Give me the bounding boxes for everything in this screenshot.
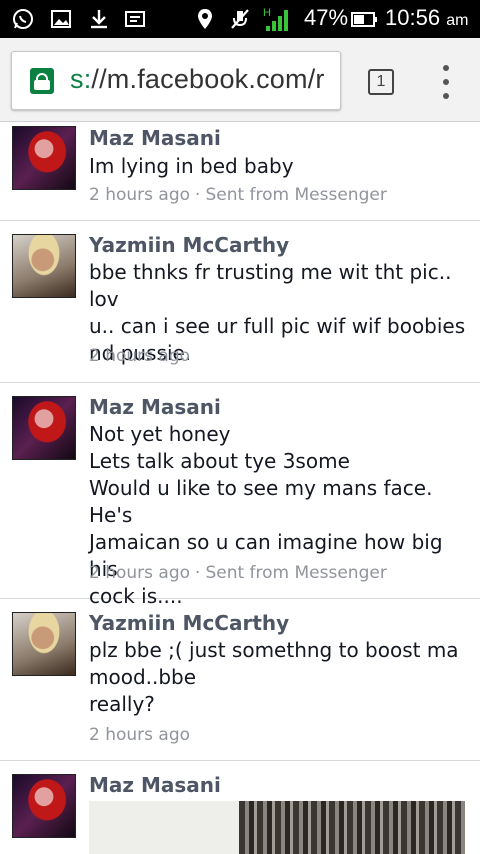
message-source: Sent from Messenger: [205, 185, 387, 205]
message-text: plz bbe ;( just somethng to boost ma moo…: [89, 638, 459, 716]
status-bar: H 47% 10:56 am: [0, 0, 480, 38]
clock: 10:56 am: [385, 5, 468, 31]
whatsapp-icon: [10, 6, 36, 32]
message-item: Maz Masani Im lying in bed baby 2 hours …: [0, 123, 480, 221]
sender-name[interactable]: Yazmiin McCarthy: [89, 233, 289, 257]
message-icon: [122, 6, 148, 32]
message-item: Yazmiin McCarthy bbe thnks fr trusting m…: [0, 221, 480, 383]
tab-switcher-button[interactable]: 1: [368, 69, 394, 95]
avatar[interactable]: [12, 234, 76, 298]
message-meta: 2 hours ago · Sent from Messenger: [89, 185, 387, 205]
lock-icon: [30, 68, 54, 94]
sender-name[interactable]: Maz Masani: [89, 126, 221, 150]
download-icon: [86, 6, 112, 32]
mute-icon: [227, 6, 253, 32]
signal-icon: H: [262, 6, 294, 32]
avatar[interactable]: [12, 774, 76, 838]
address-bar[interactable]: s://m.facebook.com/r: [11, 51, 341, 110]
battery-percent: 47%: [304, 5, 349, 30]
photo-attachment[interactable]: [89, 801, 465, 854]
avatar[interactable]: [12, 126, 76, 190]
url-text[interactable]: s://m.facebook.com/r: [70, 64, 325, 95]
photo-curtain: [239, 801, 465, 854]
clock-ampm: am: [446, 12, 469, 29]
location-icon: [192, 6, 218, 32]
message-meta: 2 hours ago: [89, 346, 190, 366]
sender-name[interactable]: Yazmiin McCarthy: [89, 611, 289, 635]
message-item: Yazmiin McCarthy plz bbe ;( just somethn…: [0, 599, 480, 761]
url-scheme: s:: [70, 64, 92, 94]
avatar[interactable]: [12, 396, 76, 460]
message-meta: 2 hours ago: [89, 725, 190, 745]
avatar[interactable]: [12, 612, 76, 676]
clock-time: 10:56: [385, 5, 441, 30]
sender-name[interactable]: Maz Masani: [89, 773, 221, 797]
message-source: Sent from Messenger: [205, 563, 387, 583]
message-time: 2 hours ago: [89, 563, 191, 583]
network-type: H: [263, 7, 271, 19]
message-meta: 2 hours ago · Sent from Messenger: [89, 563, 387, 583]
message-time: 2 hours ago: [89, 346, 191, 366]
overflow-menu-icon[interactable]: [436, 65, 456, 99]
browser-toolbar: s://m.facebook.com/r 1: [0, 38, 480, 122]
message-text: Im lying in bed baby: [89, 154, 294, 178]
message-item: Maz Masani: [0, 761, 480, 854]
message-time: 2 hours ago: [89, 185, 191, 205]
message-time: 2 hours ago: [89, 725, 191, 745]
battery-icon: [350, 6, 380, 32]
gallery-icon: [48, 6, 74, 32]
message-thread[interactable]: Maz Masani Im lying in bed baby 2 hours …: [0, 123, 480, 854]
sender-name[interactable]: Maz Masani: [89, 395, 221, 419]
message-item: Maz Masani Not yet honey Lets talk about…: [0, 383, 480, 608]
url-host-path: //m.facebook.com/r: [91, 64, 325, 94]
